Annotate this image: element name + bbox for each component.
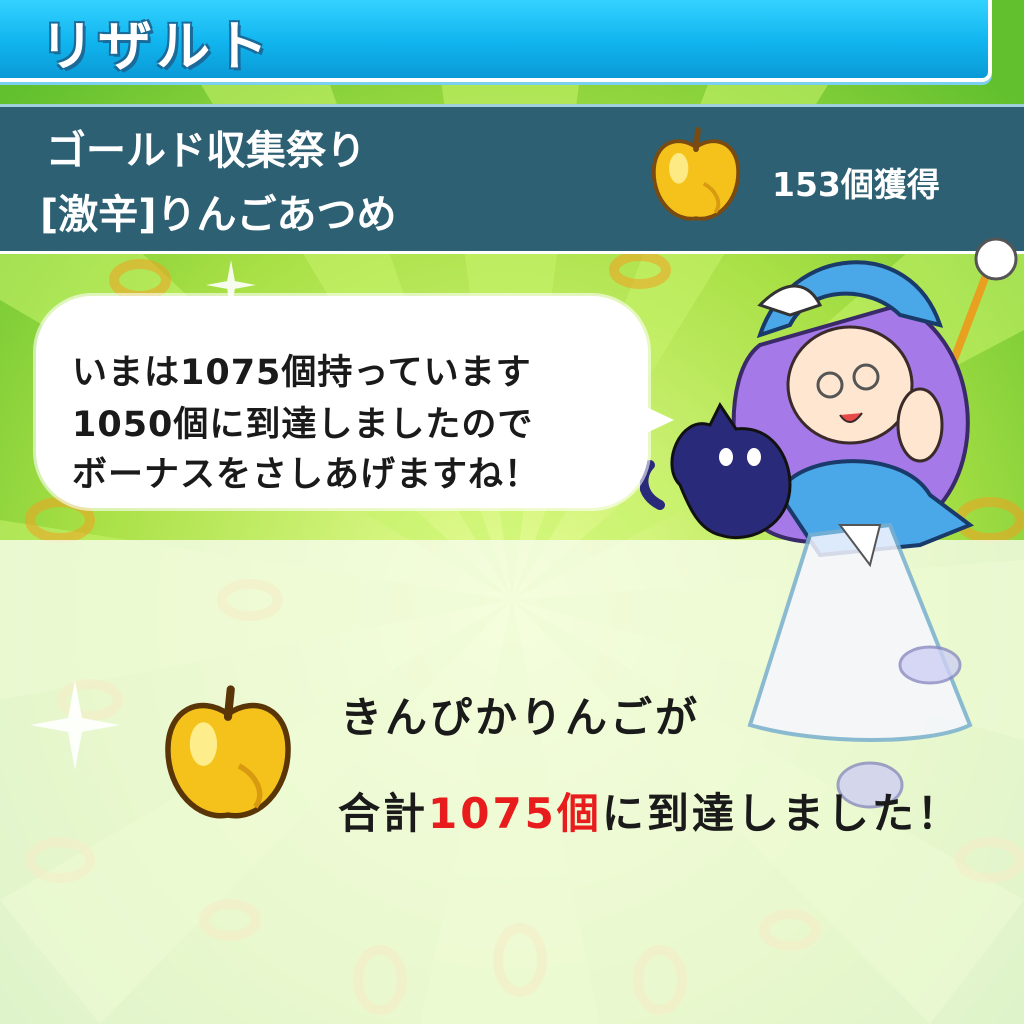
speech-bubble-tail (640, 404, 674, 436)
event-name: ゴールド収集祭り (46, 128, 366, 174)
result-line-2: 合計1075個に到達しました！ (338, 780, 962, 841)
total-prefix: 合計 (338, 789, 429, 838)
dialogue-line-3: ボーナスをさしあげますね！ (72, 455, 541, 495)
earned-count: 153個獲得 (772, 165, 940, 204)
golden-apple-icon (651, 127, 741, 221)
page-title: リザルト (40, 15, 272, 78)
golden-apple-icon (165, 685, 291, 819)
event-subtitle: [激辛]りんごあつめ (40, 192, 397, 238)
total-suffix: に到達しました！ (601, 789, 962, 838)
total-value: 1075個 (428, 789, 602, 838)
result-line-1: きんぴかりんごが (340, 693, 701, 742)
sparkle-icon (30, 680, 120, 770)
dialogue-line-2: 1050個に到達しましたので (72, 405, 534, 445)
character-illustration (640, 237, 1018, 809)
sparkle-icon (206, 260, 256, 310)
dialogue-line-1: いまは1075個持っています (72, 353, 532, 393)
